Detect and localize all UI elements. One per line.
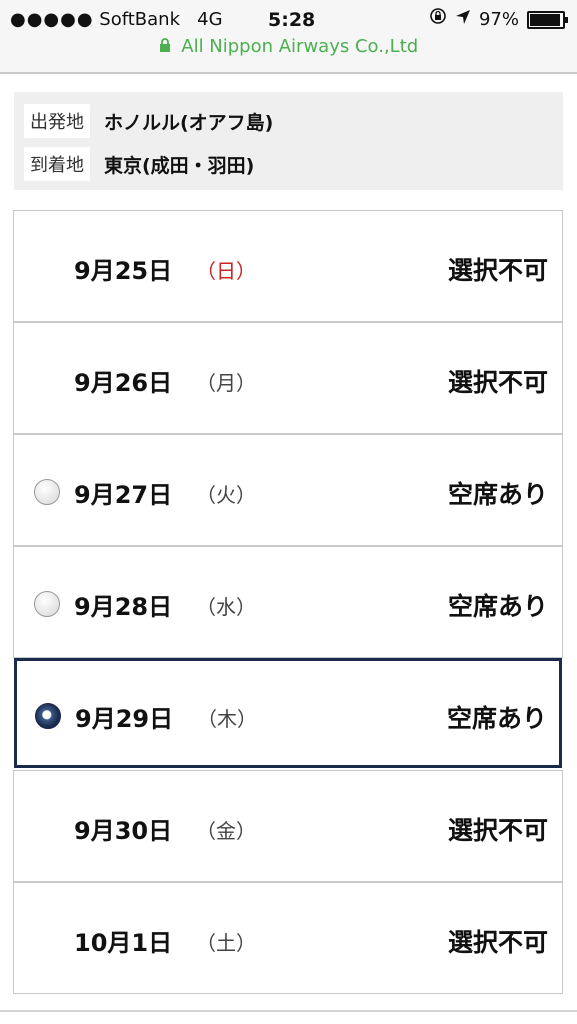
origin-label: 出発地: [24, 104, 90, 138]
destination-value: 東京(成田・羽田): [104, 154, 255, 177]
site-name: All Nippon Airways Co.,Ltd: [181, 36, 419, 57]
clock: 5:28: [268, 9, 316, 31]
availability-status: 選択不可: [447, 928, 548, 957]
lock-icon: [159, 38, 175, 56]
day-of-week: （日）: [196, 259, 256, 283]
date-row-1001: 10月1日 （土） 選択不可: [13, 882, 563, 994]
date-label: 9月29日: [75, 705, 174, 733]
radio-button[interactable]: [34, 479, 60, 505]
origin-row: 出発地 ホノルル(オアフ島): [24, 104, 273, 138]
availability-status: 選択不可: [447, 816, 548, 845]
destination-row: 到着地 東京(成田・羽田): [24, 147, 254, 181]
day-of-week: （木）: [197, 707, 257, 731]
day-of-week: （月）: [196, 371, 256, 395]
network-type: 4G: [197, 9, 223, 30]
battery-percent: 97%: [478, 9, 519, 30]
status-bar: ●●●●● SoftBank 4G 5:28 97% All Nippon Ai…: [0, 0, 577, 74]
carrier-info: ●●●●● SoftBank 4G: [10, 6, 223, 34]
date-label: 10月1日: [74, 929, 173, 957]
url-bar[interactable]: All Nippon Airways Co.,Ltd: [0, 36, 577, 57]
orientation-lock-icon: [429, 6, 447, 34]
origin-value: ホノルル(オアフ島): [104, 111, 274, 134]
date-row-0930: 9月30日 （金） 選択不可: [13, 770, 563, 882]
availability-status: 選択不可: [447, 368, 548, 397]
day-of-week: （金）: [196, 819, 256, 843]
radio-button-checked[interactable]: [35, 703, 61, 729]
date-label: 9月27日: [74, 481, 173, 509]
date-label: 9月26日: [74, 369, 173, 397]
date-row-0926: 9月26日 （月） 選択不可: [13, 322, 563, 434]
date-list: 9月25日 （日） 選択不可 9月26日 （月） 選択不可 9月27日 （火） …: [13, 210, 563, 994]
availability-status: 空席あり: [447, 480, 548, 509]
date-label: 9月25日: [74, 257, 173, 285]
availability-status: 選択不可: [447, 256, 548, 285]
radio-button[interactable]: [34, 591, 60, 617]
date-row-0928[interactable]: 9月28日 （水） 空席あり: [13, 546, 563, 658]
availability-status: 空席あり: [447, 592, 548, 621]
date-row-0925: 9月25日 （日） 選択不可: [13, 210, 563, 322]
signal-strength-icon: ●●●●●: [10, 9, 94, 30]
day-of-week: （水）: [196, 595, 256, 619]
status-icons: 97%: [429, 6, 568, 34]
date-row-0929-selected[interactable]: 9月29日 （木） 空席あり: [14, 658, 562, 768]
carrier-name: SoftBank: [99, 9, 180, 30]
date-label: 9月28日: [74, 593, 173, 621]
date-row-0927[interactable]: 9月27日 （火） 空席あり: [13, 434, 563, 546]
route-summary: 出発地 ホノルル(オアフ島) 到着地 東京(成田・羽田): [14, 92, 563, 190]
divider: [0, 1010, 577, 1012]
battery-icon: [527, 11, 568, 29]
location-arrow-icon: [455, 6, 471, 34]
date-label: 9月30日: [74, 817, 173, 845]
day-of-week: （土）: [196, 931, 256, 955]
destination-label: 到着地: [24, 147, 90, 181]
day-of-week: （火）: [196, 483, 256, 507]
availability-status: 空席あり: [446, 704, 547, 733]
